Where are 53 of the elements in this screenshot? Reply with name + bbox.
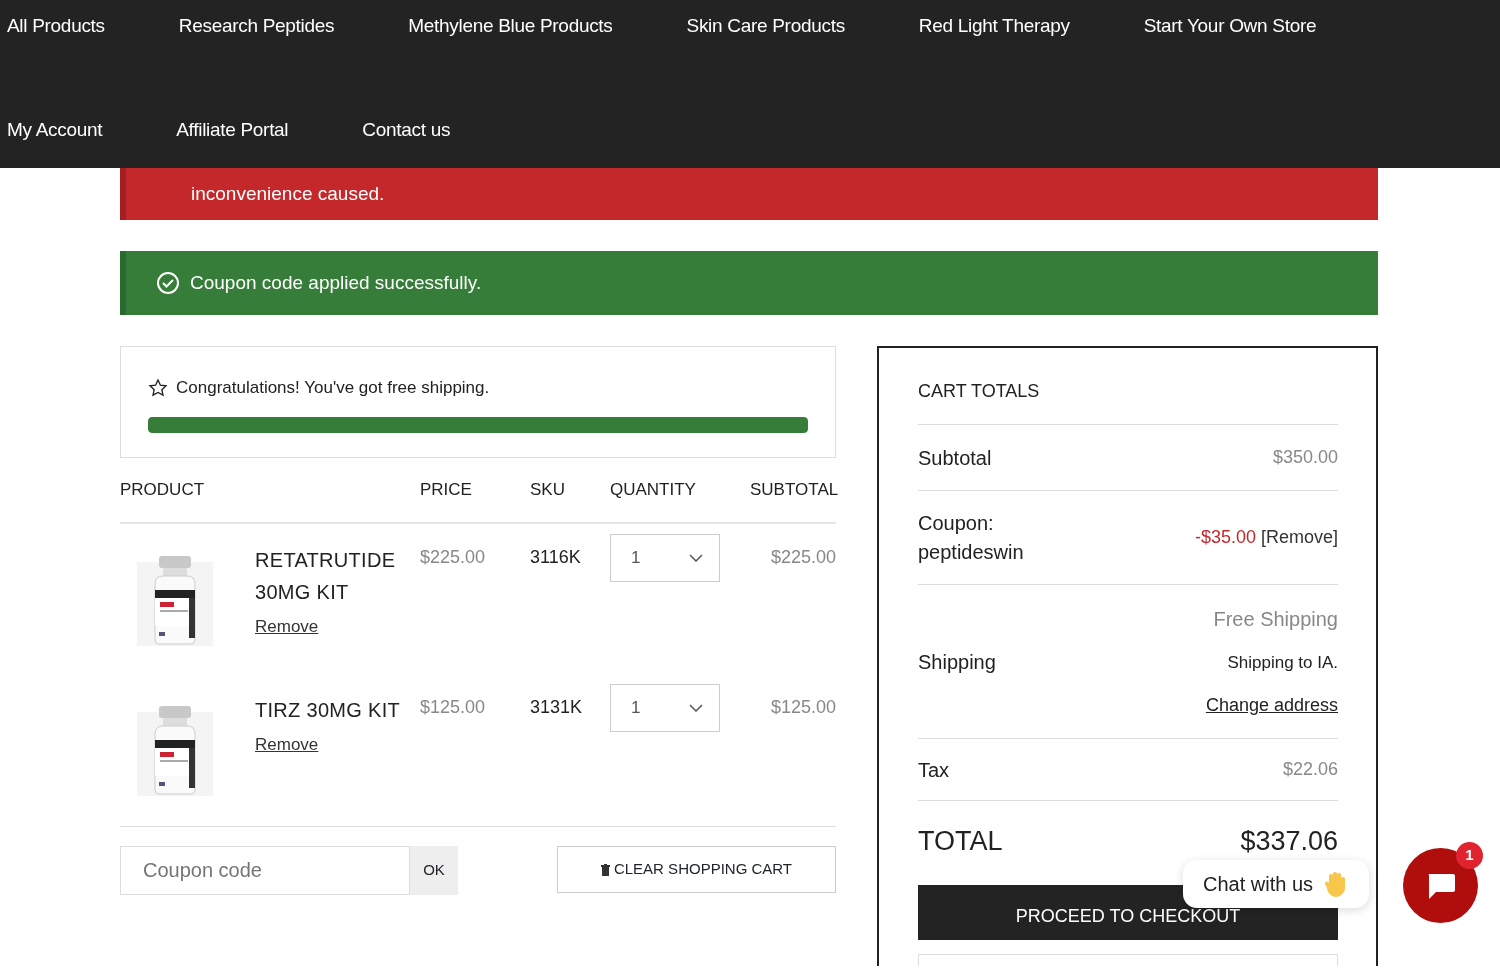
nav-link[interactable]: Start Your Own Store (1136, 11, 1350, 41)
alert-text: Coupon code applied successfully. (190, 270, 482, 295)
column-header: PRODUCT (120, 479, 206, 502)
row-value: $22.06 (1282, 758, 1338, 781)
product-name: TIRZ 30MG KIT (255, 698, 402, 723)
total-label: TOTAL (918, 824, 1003, 858)
nav-link[interactable]: Skin Care Products (679, 11, 878, 41)
row-value: $350.00 (1272, 446, 1338, 469)
column-header: QUANTITY (610, 479, 697, 502)
row-label: Tax (918, 757, 950, 783)
row-label: Subtotal (918, 445, 992, 471)
sku-cell-text: 3116K (530, 546, 582, 569)
quantity-select[interactable]: 1 (610, 684, 720, 732)
quantity-select[interactable]: 1 (610, 534, 720, 582)
alert-text: inconvenience caused. (191, 181, 385, 206)
nav-link[interactable]: My Account (0, 115, 136, 145)
column-header: PRICE (420, 479, 473, 502)
star-icon (148, 377, 168, 398)
subtotal-cell-text: $125.00 (769, 696, 836, 719)
row-label: Coupon: peptideswin (918, 510, 1025, 565)
subtotal-cell-text: $225.00 (769, 546, 836, 569)
check-circle-icon (156, 271, 180, 295)
nav-link[interactable]: Red Light Therapy (911, 11, 1103, 41)
product-name: RETATRUTIDE 30MG KIT (255, 548, 397, 605)
column-header: SKU (530, 479, 566, 502)
remove-link[interactable]: Remove (255, 614, 319, 640)
chat-tooltip[interactable]: Chat with us (1183, 860, 1370, 908)
remove-link[interactable]: Remove (255, 732, 319, 758)
nav-link[interactable]: All Products (0, 11, 138, 41)
total-value: $337.06 (1240, 824, 1338, 858)
remove-coupon-link[interactable]: [Remove] (1260, 527, 1338, 547)
nav-link[interactable]: Research Peptides (171, 11, 368, 41)
trash-icon (600, 863, 610, 876)
coupon-field[interactable]: Coupon code (120, 846, 410, 895)
shipping-method: Free Shipping (1212, 607, 1338, 633)
change-address-link[interactable]: Change address (1205, 691, 1338, 719)
sku-cell-text: 3131K (530, 696, 584, 719)
price-cell-text: $225.00 (420, 546, 487, 569)
row-label: Shipping (918, 649, 996, 675)
chevron-down-icon (689, 704, 703, 712)
column-header: SUBTOTAL (750, 479, 836, 502)
nav-link[interactable]: Contact us (355, 115, 484, 145)
chevron-down-icon (689, 554, 703, 562)
nav-link[interactable]: Affiliate Portal (169, 115, 322, 145)
apply-coupon-button[interactable]: OK (410, 846, 458, 895)
panel-title: CART TOTALS (918, 378, 1338, 425)
price-cell-text: $125.00 (420, 696, 487, 719)
clear-cart-button[interactable]: CLEAR SHOPPING CART (557, 846, 836, 893)
shipping-destination: Shipping to IA. (1226, 652, 1338, 675)
discount-amount: -$35.00 (1194, 527, 1256, 547)
notification-badge: 1 (1456, 842, 1483, 869)
shipping-message: Congratulations! You've got free shipping. (176, 377, 490, 399)
nav-link[interactable]: Methylene Blue Products (401, 11, 646, 41)
